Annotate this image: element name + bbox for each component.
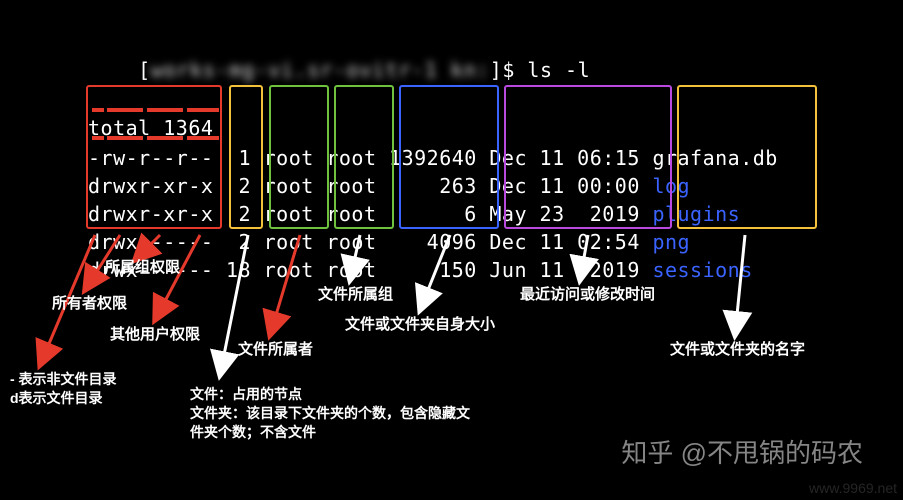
watermark-site: www.9969.net [809,480,897,496]
underline-type-2 [92,136,104,140]
col-box-size [399,85,499,229]
label-group: 文件所属组 [318,285,393,305]
label-other-perm: 其他用户权限 [110,325,200,345]
watermark-author: 知乎 @不甩锅的码农 [621,433,863,470]
underline-type-1 [92,108,104,112]
col-box-links [229,85,263,229]
label-owner-perm: 所有者权限 [52,294,127,314]
col-box-name [677,85,817,229]
label-group-perm: 所属组权限 [105,258,180,278]
bracket-close: ]$ [490,58,528,82]
underline-group-1 [147,108,183,112]
col-box-owner [269,85,329,229]
bracket-open: [ [138,58,151,82]
command-text: ls -l [527,58,590,82]
col-box-permissions [86,85,222,229]
underline-other-2 [187,136,219,140]
table-row: drwx------ 2 root root 4096 Dec 11 02:54… [88,228,778,256]
label-links: 文件：占用的节点 文件夹：该目录下文件夹的个数，包含隐藏文 件夹个数；不含文件 [190,385,470,442]
underline-group-2 [147,136,183,140]
col-box-date [504,85,672,229]
col-box-group [334,85,394,229]
obscured-hostname: works-mg-vi.sr-ovitr-1 kn: [151,56,490,84]
label-date: 最近访问或修改时间 [520,285,655,305]
table-row: drwx------ 18 root root 150 Jun 11 2019 … [88,256,778,284]
label-owner: 文件所属者 [238,340,313,360]
underline-other-1 [187,108,219,112]
label-file-type: - 表示非文件目录 d表示文件目录 [10,370,117,408]
label-size: 文件或文件夹自身大小 [345,315,495,335]
label-name: 文件或文件夹的名字 [670,340,805,360]
underline-owner-1 [107,108,143,112]
underline-owner-2 [107,136,143,140]
